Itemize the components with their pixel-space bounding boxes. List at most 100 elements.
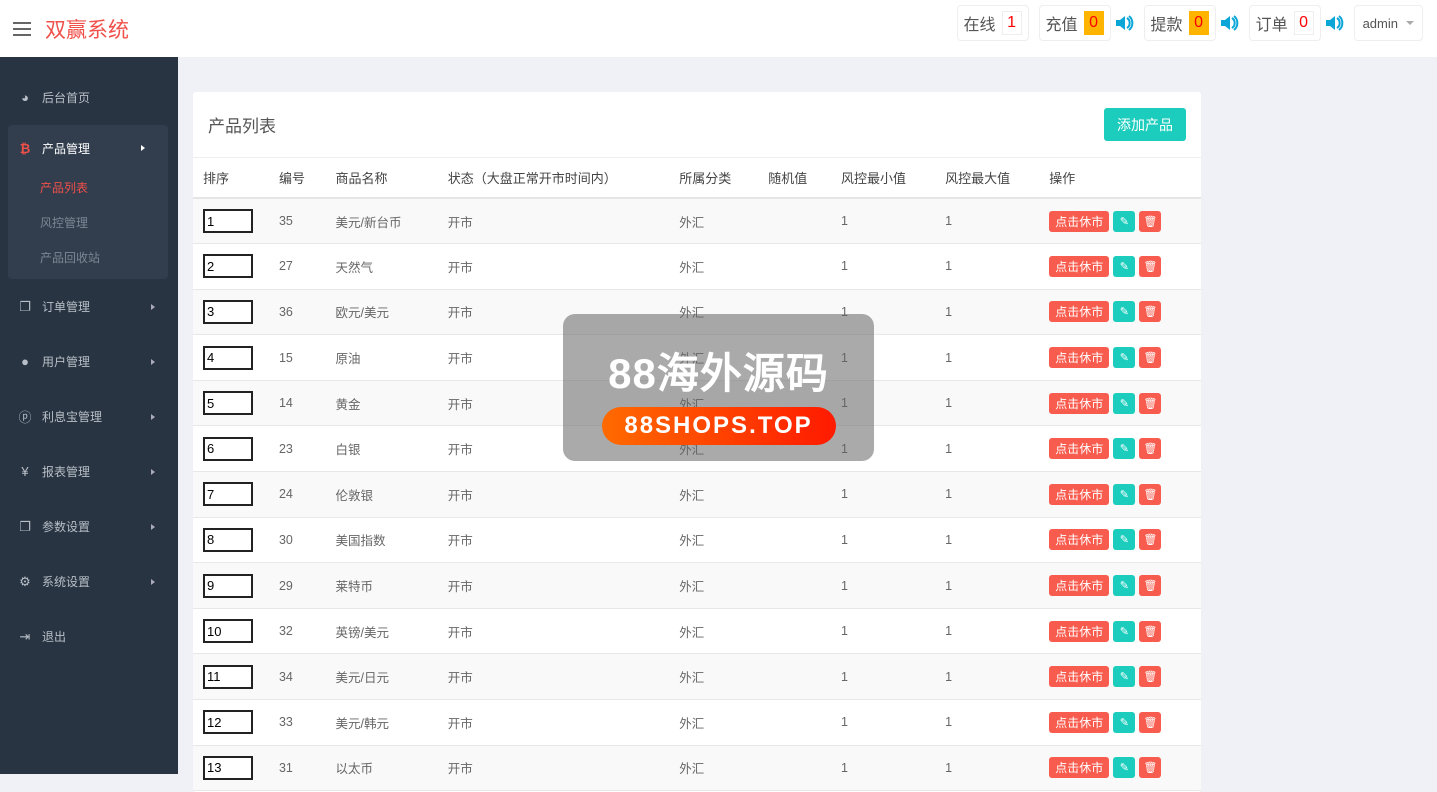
cell-text: 英镑/美元 bbox=[335, 625, 390, 640]
sort-order-input[interactable] bbox=[203, 482, 253, 507]
table-cell: 开市 bbox=[447, 653, 680, 701]
speaker-icon[interactable] bbox=[1324, 15, 1344, 31]
table-cell bbox=[193, 334, 279, 381]
edit-pencil-icon[interactable]: ✎ bbox=[1113, 483, 1136, 505]
table-cell bbox=[193, 198, 279, 245]
close-market-button[interactable]: 点击休市 bbox=[1049, 483, 1110, 505]
table-cell bbox=[768, 517, 842, 564]
table-cell: 美元/韩元 bbox=[335, 699, 448, 746]
sort-order-input[interactable] bbox=[203, 573, 253, 598]
delete-trash-icon[interactable]: 🗑 bbox=[1139, 255, 1162, 277]
delete-trash-icon[interactable]: 🗑 bbox=[1139, 438, 1162, 460]
close-market-button[interactable]: 点击休市 bbox=[1049, 392, 1110, 414]
close-market-button[interactable]: 点击休市 bbox=[1049, 575, 1110, 597]
table-cell: 1 bbox=[945, 562, 1050, 609]
hamburger-menu-icon[interactable] bbox=[13, 21, 31, 36]
sidebar-item-logout[interactable]: ⇥ 退出 bbox=[0, 609, 178, 664]
actions-cell: 点击休市 ✎ 🗑 bbox=[1049, 562, 1201, 609]
sort-order-input[interactable] bbox=[203, 391, 253, 416]
sort-order-input[interactable] bbox=[203, 755, 253, 780]
delete-trash-icon[interactable]: 🗑 bbox=[1139, 711, 1162, 733]
sidebar-item[interactable]: ⓟ 利息宝管理 bbox=[0, 389, 178, 444]
sidebar-group-product: ₿ 产品管理 产品列表 风控管理 产品回收站 bbox=[8, 125, 168, 279]
sort-order-input[interactable] bbox=[203, 209, 253, 234]
sidebar-sub-risk-control[interactable]: 风控管理 bbox=[8, 206, 168, 241]
sidebar-item-home[interactable]: ◕ 后台首页 bbox=[0, 70, 178, 125]
sidebar-item[interactable]: ¥ 报表管理 bbox=[0, 444, 178, 499]
close-market-button[interactable]: 点击休市 bbox=[1049, 666, 1110, 688]
stat-badge[interactable]: 提款 0 bbox=[1143, 5, 1216, 41]
delete-trash-icon[interactable]: 🗑 bbox=[1139, 757, 1162, 779]
cell-text: 1 bbox=[841, 259, 848, 274]
delete-trash-icon[interactable]: 🗑 bbox=[1139, 575, 1162, 597]
table-cell: 1 bbox=[945, 699, 1050, 746]
close-market-button[interactable]: 点击休市 bbox=[1049, 438, 1110, 460]
table-cell: 外汇 bbox=[679, 608, 769, 655]
close-market-button[interactable]: 点击休市 bbox=[1049, 347, 1110, 369]
sidebar-item[interactable]: ● 用户管理 bbox=[0, 334, 178, 389]
table-cell bbox=[193, 380, 279, 427]
stat-badge[interactable]: 订单 0 bbox=[1248, 5, 1321, 41]
edit-pencil-icon[interactable]: ✎ bbox=[1113, 347, 1136, 369]
sort-order-input[interactable] bbox=[203, 710, 253, 735]
user-dropdown[interactable]: admin bbox=[1353, 5, 1423, 41]
speaker-icon[interactable] bbox=[1114, 15, 1134, 31]
table-cell: 15 bbox=[278, 334, 336, 381]
sidebar-item-product[interactable]: ₿ 产品管理 bbox=[8, 125, 168, 171]
sidebar-sub-product-list[interactable]: 产品列表 bbox=[8, 171, 168, 206]
close-market-button[interactable]: 点击休市 bbox=[1049, 529, 1110, 551]
edit-pencil-icon[interactable]: ✎ bbox=[1113, 575, 1136, 597]
stat-badge[interactable]: 在线 1 bbox=[956, 5, 1029, 41]
close-market-button[interactable]: 点击休市 bbox=[1049, 757, 1110, 779]
edit-pencil-icon[interactable]: ✎ bbox=[1113, 255, 1136, 277]
delete-trash-icon[interactable]: 🗑 bbox=[1139, 483, 1162, 505]
add-product-button[interactable]: 添加产品 bbox=[1104, 108, 1186, 141]
delete-trash-icon[interactable]: 🗑 bbox=[1139, 529, 1162, 551]
edit-pencil-icon[interactable]: ✎ bbox=[1113, 529, 1136, 551]
table-cell: 美元/日元 bbox=[335, 653, 448, 701]
table-row: 34 美元/日元 开市 外汇 1 1 点击休市✎🗑 bbox=[193, 653, 1201, 701]
cell-text: 30 bbox=[278, 532, 293, 547]
table-cell: 14 bbox=[278, 380, 336, 427]
edit-pencil-icon[interactable]: ✎ bbox=[1113, 620, 1136, 642]
close-market-button[interactable]: 点击休市 bbox=[1049, 301, 1110, 323]
delete-trash-icon[interactable]: 🗑 bbox=[1139, 620, 1162, 642]
sidebar-item[interactable]: ⚙ 系统设置 bbox=[0, 554, 178, 609]
sort-order-input[interactable] bbox=[203, 619, 253, 644]
edit-pencil-icon[interactable]: ✎ bbox=[1113, 392, 1136, 414]
cell-text: 1 bbox=[945, 441, 953, 456]
close-market-button[interactable]: 点击休市 bbox=[1049, 210, 1110, 232]
delete-trash-icon[interactable]: 🗑 bbox=[1139, 392, 1162, 414]
cell-text: 15 bbox=[278, 350, 293, 365]
edit-pencil-icon[interactable]: ✎ bbox=[1113, 301, 1136, 323]
table-cell: 开市 bbox=[447, 198, 680, 245]
edit-pencil-icon[interactable]: ✎ bbox=[1113, 711, 1136, 733]
cell-text: 开市 bbox=[447, 716, 473, 731]
delete-trash-icon[interactable]: 🗑 bbox=[1139, 347, 1162, 369]
sort-order-input[interactable] bbox=[203, 664, 253, 689]
stat-badge[interactable]: 充值 0 bbox=[1038, 5, 1111, 41]
close-market-button[interactable]: 点击休市 bbox=[1049, 255, 1110, 277]
sort-order-input[interactable] bbox=[203, 436, 253, 461]
cell-text: 美元/日元 bbox=[335, 671, 390, 686]
table-cell bbox=[193, 289, 279, 336]
sort-order-input[interactable] bbox=[203, 299, 253, 324]
sort-order-input[interactable] bbox=[203, 527, 253, 552]
delete-trash-icon[interactable]: 🗑 bbox=[1139, 666, 1162, 688]
sidebar-item[interactable]: ❐ 订单管理 bbox=[0, 279, 178, 334]
sort-order-input[interactable] bbox=[203, 254, 253, 279]
cell-text: 1 bbox=[841, 578, 848, 593]
delete-trash-icon[interactable]: 🗑 bbox=[1139, 301, 1162, 323]
close-market-button[interactable]: 点击休市 bbox=[1049, 620, 1110, 642]
edit-pencil-icon[interactable]: ✎ bbox=[1113, 210, 1136, 232]
sort-order-input[interactable] bbox=[203, 345, 253, 370]
edit-pencil-icon[interactable]: ✎ bbox=[1113, 666, 1136, 688]
edit-pencil-icon[interactable]: ✎ bbox=[1113, 438, 1136, 460]
edit-pencil-icon[interactable]: ✎ bbox=[1113, 757, 1136, 779]
speaker-icon[interactable] bbox=[1219, 15, 1239, 31]
close-market-button[interactable]: 点击休市 bbox=[1049, 711, 1110, 733]
sidebar-item-label: 参数设置 bbox=[42, 520, 91, 534]
sidebar-sub-product-recycle[interactable]: 产品回收站 bbox=[8, 241, 168, 276]
delete-trash-icon[interactable]: 🗑 bbox=[1139, 210, 1162, 232]
sidebar-item[interactable]: ❐ 参数设置 bbox=[0, 499, 178, 554]
